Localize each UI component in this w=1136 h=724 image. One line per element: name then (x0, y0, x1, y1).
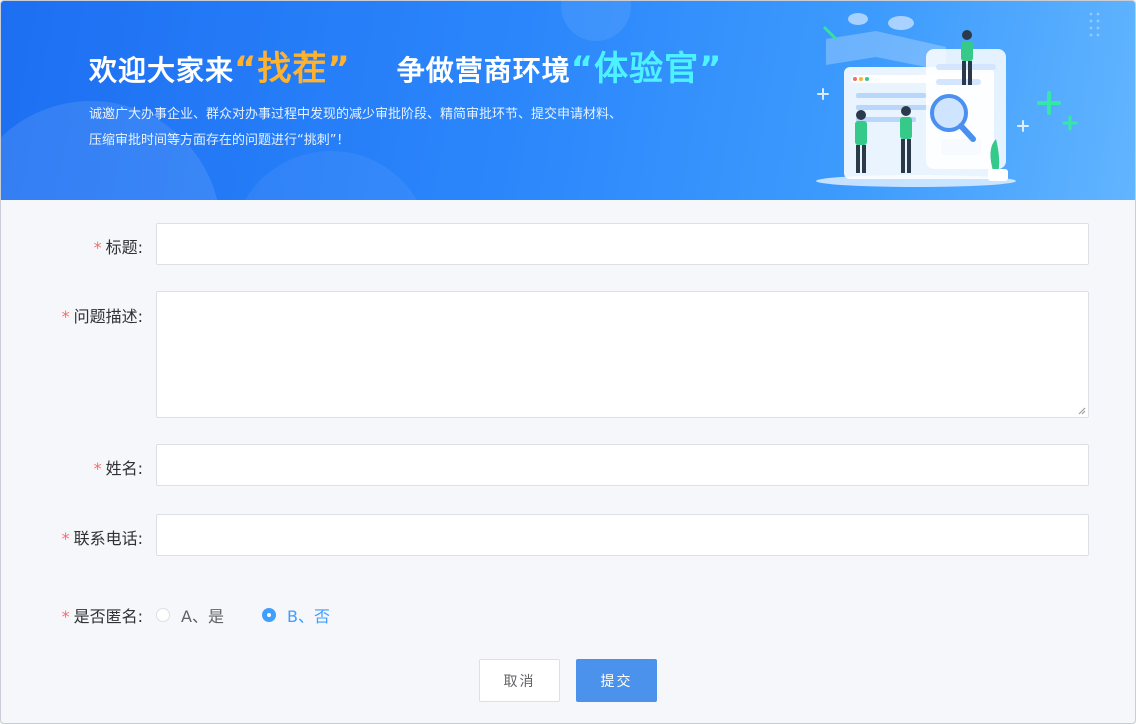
phone-input[interactable] (156, 514, 1089, 556)
anonymous-row: * 是否匿名: A、是 B、否 (1, 603, 1135, 627)
banner-illustration (816, 12, 1100, 187)
banner-subtitle: 诚邀广大办事企业、群众对办事过程中发现的减少审批阶段、精简审批环节、提交申请材料… (89, 102, 709, 154)
banner-title-highlight1: “找茬” (234, 49, 351, 89)
required-mark: * (61, 307, 70, 326)
required-mark: * (61, 607, 70, 626)
description-textarea[interactable] (156, 291, 1089, 418)
banner-title-highlight2: “体验官” (570, 49, 723, 89)
cancel-button[interactable]: 取消 (479, 659, 560, 702)
banner-title: 欢迎大家来“找茬” 争做营商环境“体验官” (89, 41, 722, 91)
feedback-dialog: 欢迎大家来“找茬” 争做营商环境“体验官” 诚邀广大办事企业、群众对办事过程中发现… (0, 0, 1136, 724)
title-row: * 标题: (1, 223, 1135, 267)
required-mark: * (93, 459, 102, 478)
resize-handle-icon[interactable] (1078, 407, 1086, 415)
description-row: * 问题描述: (1, 291, 1135, 419)
title-label: * 标题: (93, 238, 143, 257)
cloud-icon (848, 13, 868, 25)
anonymous-option-yes[interactable]: A、是 (156, 603, 224, 627)
radio-circle-icon[interactable] (156, 608, 170, 622)
phone-label: * 联系电话: (61, 529, 143, 548)
plus-sparkle-icon (1037, 91, 1061, 115)
phone-row: * 联系电话: (1, 514, 1135, 558)
anonymous-option-no[interactable]: B、否 (262, 603, 330, 627)
title-input[interactable] (156, 223, 1089, 265)
name-row: * 姓名: (1, 444, 1135, 488)
name-label: * 姓名: (93, 459, 143, 478)
banner-title-part2: 争做营商环境 (396, 54, 571, 87)
description-label: * 问题描述: (61, 307, 143, 326)
required-mark: * (61, 529, 70, 548)
banner: 欢迎大家来“找茬” 争做营商环境“体验官” 诚邀广大办事企业、群众对办事过程中发现… (1, 1, 1135, 200)
banner-subtitle-line1: 诚邀广大办事企业、群众对办事过程中发现的减少审批阶段、精简审批环节、提交申请材料… (89, 107, 623, 122)
banner-bubble (561, 1, 631, 41)
radio-checked-icon[interactable] (262, 608, 276, 622)
cloud-icon (888, 16, 914, 30)
sparkle-icon (822, 25, 838, 41)
anonymous-label: * 是否匿名: (61, 607, 143, 626)
banner-bubble (231, 151, 431, 200)
submit-button[interactable]: 提交 (576, 659, 657, 702)
plus-sparkle-icon (1062, 115, 1078, 131)
banner-subtitle-line2: 压缩审批时间等方面存在的问题进行“挑刺”！ (89, 133, 350, 148)
banner-title-part1: 欢迎大家来 (89, 54, 235, 87)
dot-grid (1089, 12, 1100, 37)
plus-sparkle-icon (1017, 120, 1029, 132)
name-input[interactable] (156, 444, 1089, 486)
required-mark: * (93, 238, 102, 257)
plus-sparkle-icon (817, 88, 829, 100)
